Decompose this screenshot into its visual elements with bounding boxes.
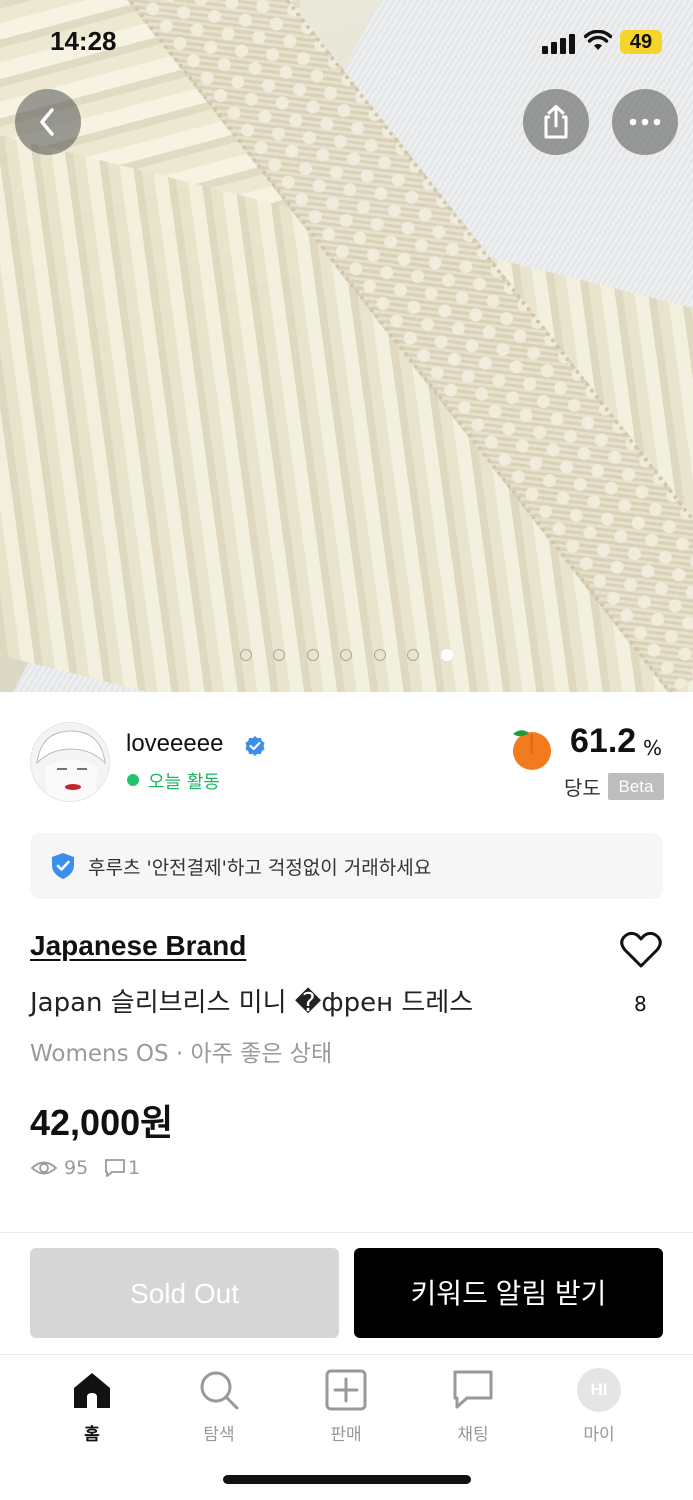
divider (0, 1354, 693, 1355)
search-icon (200, 1371, 239, 1410)
wifi-icon (584, 30, 612, 50)
peach-icon (513, 730, 551, 770)
carousel-dot (340, 649, 352, 661)
profile-avatar: HI (577, 1368, 621, 1412)
carousel-dot-active (441, 649, 453, 661)
plus-square-icon (325, 1369, 367, 1411)
sweetness-label: 당도 (564, 776, 601, 800)
heart-icon[interactable] (619, 930, 663, 970)
sweetness-unit: % (643, 736, 663, 760)
tab-my-label: 마이 (583, 1425, 615, 1445)
active-status-dot (127, 774, 139, 786)
chat-bubble-icon (453, 1370, 493, 1409)
activity-status: 오늘 활동 (148, 772, 220, 793)
beta-badge: Beta (608, 773, 664, 800)
status-time: 14:28 (50, 26, 117, 56)
chat-icon (105, 1159, 125, 1177)
status-bar: 14:28 49 (0, 0, 693, 84)
more-dots-icon (629, 118, 661, 126)
back-button[interactable] (15, 89, 81, 155)
product-title: Japan 슬리브리스 미니 �френ 드레스 (30, 988, 474, 1018)
tab-search[interactable]: 탐색 (169, 1368, 269, 1448)
view-count: 95 (64, 1157, 89, 1179)
product-image[interactable]: 14:28 49 (0, 0, 693, 692)
battery-indicator: 49 (620, 30, 662, 54)
eye-icon (30, 1161, 58, 1175)
product-meta: Womens OS · 아주 좋은 상태 (30, 1041, 333, 1067)
divider (0, 1232, 693, 1233)
like-count: 8 (634, 992, 647, 1016)
tab-home[interactable]: 홈 (42, 1368, 142, 1448)
chat-count: 1 (128, 1157, 141, 1179)
carousel-dot (240, 649, 252, 661)
share-button[interactable] (523, 89, 589, 155)
tab-sell[interactable]: 판매 (296, 1368, 396, 1448)
home-indicator (223, 1475, 471, 1484)
tab-chat[interactable]: 채팅 (423, 1368, 523, 1448)
more-button[interactable] (612, 89, 678, 155)
share-icon (544, 105, 568, 139)
safe-payment-banner[interactable]: 후루츠 '안전결제'하고 걱정없이 거래하세요 (30, 833, 663, 899)
verified-badge-icon (245, 736, 265, 756)
seller-avatar[interactable] (30, 722, 110, 802)
signal-icon (542, 34, 576, 54)
seller-name[interactable]: loveeeee (126, 730, 223, 758)
product-price: 42,000원 (30, 1102, 174, 1143)
carousel-dot (374, 649, 386, 661)
carousel-indicator (0, 647, 693, 665)
tab-my[interactable]: HI 마이 (549, 1368, 649, 1448)
brand-link[interactable]: Japanese Brand (30, 930, 246, 962)
avatar-illustration (31, 723, 109, 801)
home-icon (74, 1373, 110, 1408)
tab-chat-label: 채팅 (457, 1425, 489, 1445)
sold-out-button[interactable]: Sold Out (30, 1248, 339, 1338)
tab-home-label: 홈 (84, 1425, 100, 1445)
sweetness-score: 61.2 (570, 722, 637, 760)
chevron-left-icon (40, 108, 54, 136)
carousel-dot (273, 649, 285, 661)
tab-sell-label: 판매 (330, 1425, 362, 1445)
keyword-alert-button[interactable]: 키워드 알림 받기 (354, 1248, 663, 1338)
carousel-dot (307, 649, 319, 661)
safe-payment-text: 후루츠 '안전결제'하고 걱정없이 거래하세요 (88, 857, 432, 879)
shield-check-icon (52, 853, 74, 879)
tab-search-label: 탐색 (203, 1425, 235, 1445)
carousel-dot (407, 649, 419, 661)
